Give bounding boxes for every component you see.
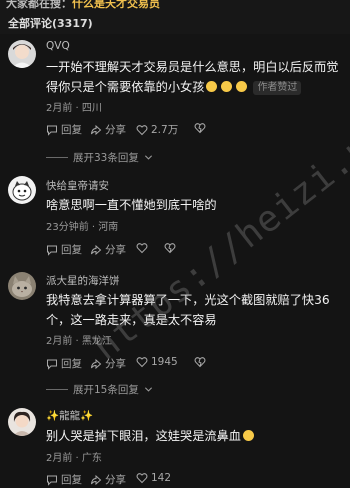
like-button[interactable] xyxy=(136,242,148,254)
comment-username[interactable]: 快给皇帝请安 xyxy=(46,178,109,193)
comment-text: 别人哭是掉下眼泪，这娃哭是流鼻血 xyxy=(46,426,342,446)
dislike-button[interactable] xyxy=(164,242,176,254)
user-avatar-cat-icon xyxy=(8,272,36,300)
comments-count-title: 全部评论(3317) xyxy=(8,17,93,30)
comment-meta: 2月前 · 四川 xyxy=(46,103,102,114)
avatar[interactable] xyxy=(8,176,36,204)
avatar[interactable] xyxy=(8,40,36,68)
comment-meta: 2月前 · 广东 xyxy=(46,453,102,464)
like-button[interactable]: 1945 xyxy=(136,356,178,368)
reply-icon xyxy=(47,245,57,256)
smile-emoji-icon xyxy=(221,81,233,92)
divider xyxy=(46,389,68,390)
dislike-button[interactable] xyxy=(194,356,206,368)
expand-replies-button[interactable]: 展开33条回复 xyxy=(46,150,153,165)
avatar[interactable] xyxy=(8,272,36,300)
reply-icon xyxy=(47,125,57,136)
share-icon xyxy=(91,358,102,369)
chevron-down-icon xyxy=(144,387,152,392)
author-liked-badge: 作者赞过 xyxy=(253,81,302,95)
reply-icon xyxy=(47,359,57,370)
comment-meta: 23分钟前 · 河南 xyxy=(46,222,119,233)
like-button[interactable]: 2.7万 xyxy=(136,122,178,137)
search-suggestion-prefix: 大家都在搜： xyxy=(6,0,72,10)
comment-text: 啥意思啊一直不懂她到底干啥的 xyxy=(46,198,217,212)
share-button[interactable]: 分享 xyxy=(90,122,126,137)
share-icon xyxy=(91,124,102,135)
share-button[interactable]: 分享 xyxy=(90,242,126,257)
search-suggestion-keyword[interactable]: 什么是天才交易员 xyxy=(72,0,160,10)
avatar[interactable] xyxy=(8,408,36,436)
reply-button[interactable]: 回复 xyxy=(46,122,82,137)
dislike-icon xyxy=(194,123,206,134)
user-avatar-girl-icon xyxy=(8,40,36,68)
user-avatar-cartoon-icon xyxy=(8,176,36,204)
heart-icon xyxy=(136,357,148,368)
smile-emoji-icon xyxy=(236,81,248,92)
heart-icon xyxy=(136,124,148,135)
expand-replies-button[interactable]: 展开15条回复 xyxy=(46,382,153,397)
dislike-icon xyxy=(164,243,176,254)
reply-button[interactable]: 回复 xyxy=(46,242,82,257)
share-icon xyxy=(91,244,102,255)
smile-emoji-icon xyxy=(206,81,218,92)
chevron-down-icon xyxy=(144,155,152,160)
search-suggestion[interactable]: 大家都在搜：什么是天才交易员 xyxy=(6,0,160,11)
divider xyxy=(46,157,68,158)
comment-meta: 2月前 · 黑龙江 xyxy=(46,336,112,347)
comment-text: 我特意去拿计算器算了一下，光这个截图就赔了快36个，这一路走来，真是太不容易 xyxy=(46,293,330,327)
heart-icon xyxy=(136,473,148,484)
comment-username[interactable]: 派大星的海洋饼 xyxy=(46,273,120,288)
dislike-icon xyxy=(194,357,206,368)
smile-emoji-icon xyxy=(243,430,254,441)
share-button[interactable]: 分享 xyxy=(90,356,126,371)
user-avatar-girl-2-icon xyxy=(8,408,36,436)
comment-username[interactable]: ✨龍龍✨ xyxy=(46,408,93,423)
dislike-button[interactable] xyxy=(194,122,206,134)
comment-username[interactable]: QVQ xyxy=(46,40,70,52)
heart-icon xyxy=(136,243,148,254)
reply-button[interactable]: 回复 xyxy=(46,356,82,371)
like-button[interactable]: 142 xyxy=(136,472,171,484)
search-suggestion-bar[interactable]: 大家都在搜：什么是天才交易员 全部评论(3317) xyxy=(0,0,350,34)
comment-text: 一开始不理解天才交易员是什么意思，明白以后反而觉得你只是个需要依靠的小女孩 作者赞… xyxy=(46,60,339,95)
